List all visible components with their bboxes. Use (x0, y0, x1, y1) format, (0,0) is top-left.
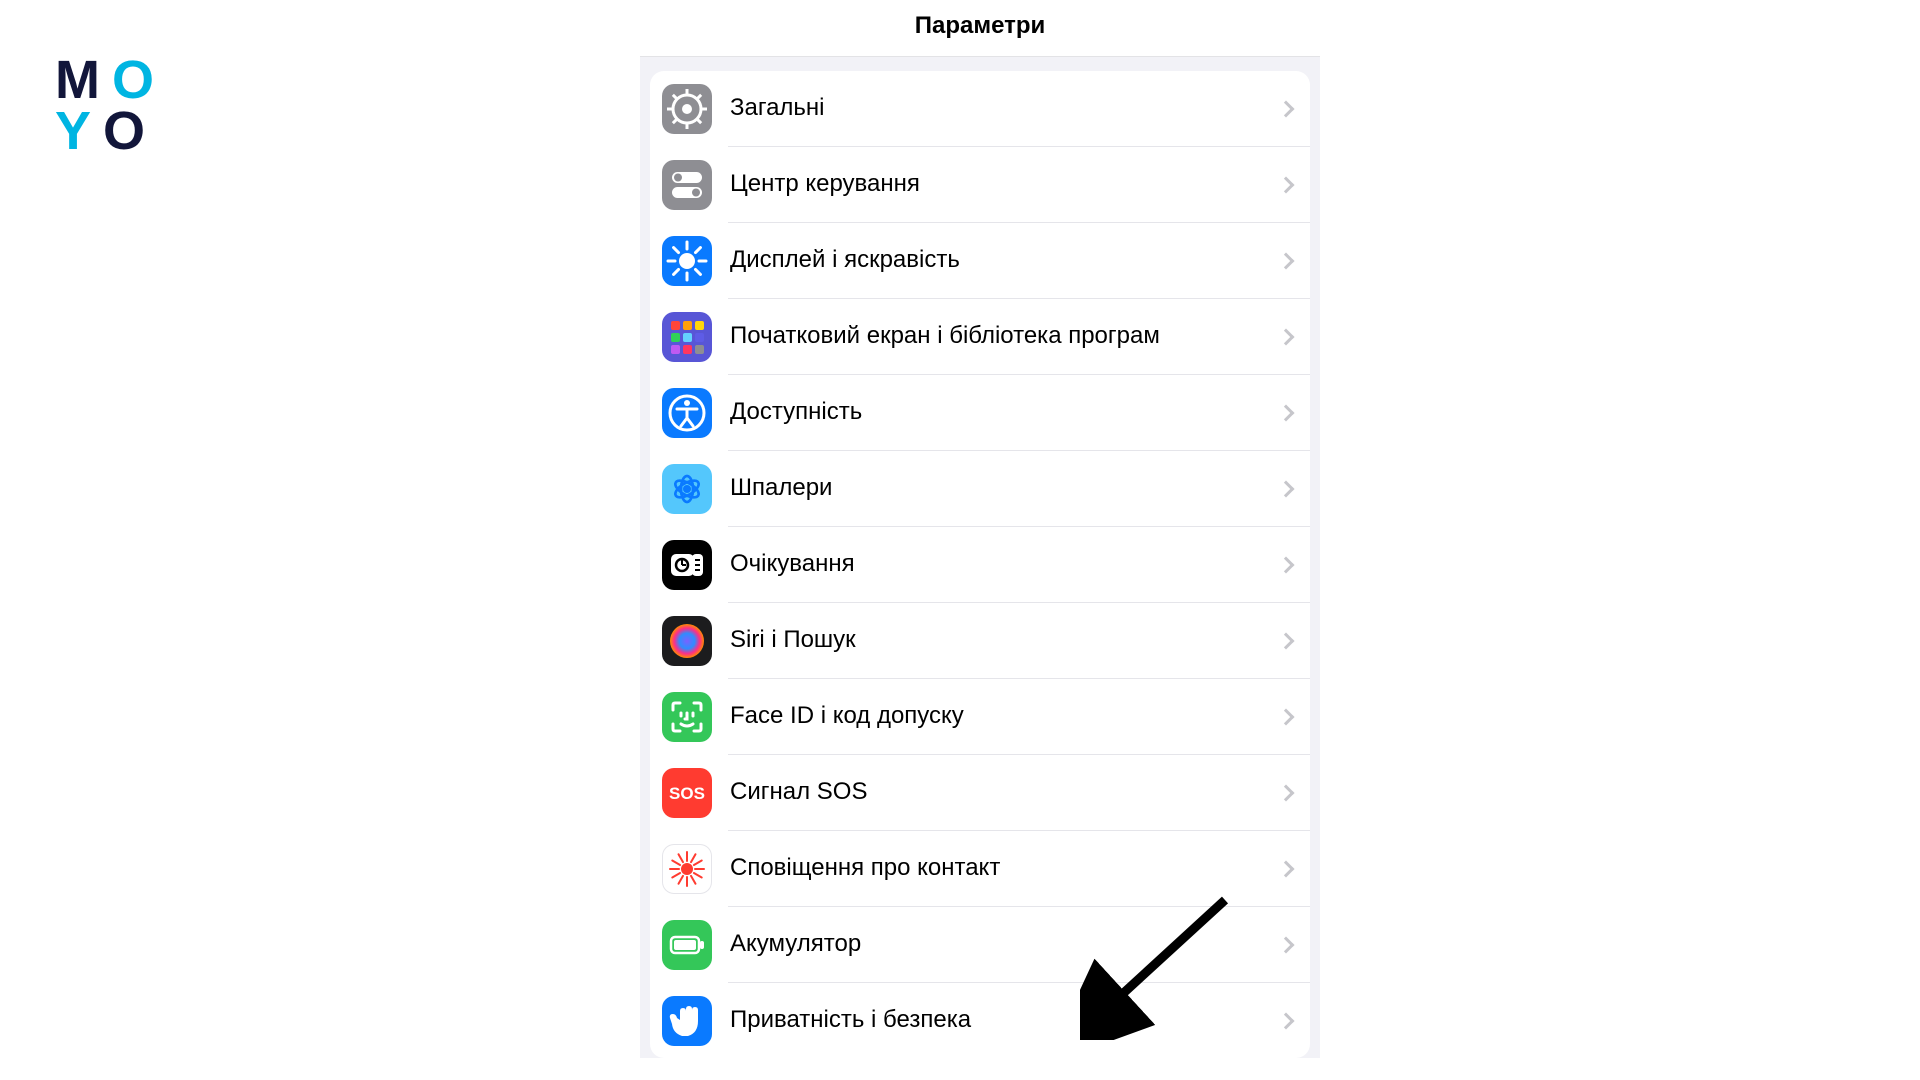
battery-icon (662, 920, 712, 970)
settings-group: Загальні Центр керування Дисплей і яскраві… (650, 71, 1310, 1058)
settings-row-label: Сигнал SOS (730, 778, 1280, 807)
settings-row-label: Початковий екран і бібліотека програм (730, 322, 1280, 351)
settings-row-sos[interactable]: SOS Сигнал SOS (650, 755, 1310, 830)
settings-row-exposure[interactable]: Сповіщення про контакт (650, 831, 1310, 906)
logo-letter: O (103, 106, 151, 157)
chevron-right-icon (1278, 632, 1295, 649)
settings-row-display[interactable]: Дисплей і яскравість (650, 223, 1310, 298)
settings-row-standby[interactable]: Очікування (650, 527, 1310, 602)
settings-row-label: Очікування (730, 550, 1280, 579)
chevron-right-icon (1278, 708, 1295, 725)
settings-row-faceid[interactable]: Face ID і код допуску (650, 679, 1310, 754)
settings-row-label: Акумулятор (730, 930, 1280, 959)
display-icon (662, 236, 712, 286)
settings-row-accessibility[interactable]: Доступність (650, 375, 1310, 450)
settings-row-label: Сповіщення про контакт (730, 854, 1280, 883)
chevron-right-icon (1278, 100, 1295, 117)
chevron-right-icon (1278, 936, 1295, 953)
chevron-right-icon (1278, 404, 1295, 421)
logo-letter: Y (55, 106, 97, 157)
settings-row-label: Шпалери (730, 474, 1280, 503)
settings-row-control[interactable]: Центр керування (650, 147, 1310, 222)
chevron-right-icon (1278, 480, 1295, 497)
settings-row-label: Центр керування (730, 170, 1280, 199)
exposure-icon (662, 844, 712, 894)
settings-row-label: Siri і Пошук (730, 626, 1280, 655)
svg-text:SOS: SOS (669, 784, 705, 803)
settings-row-siri[interactable]: Siri і Пошук (650, 603, 1310, 678)
moyo-logo: M O Y O (55, 55, 160, 158)
chevron-right-icon (1278, 784, 1295, 801)
settings-row-wallpaper[interactable]: Шпалери (650, 451, 1310, 526)
logo-letter: O (112, 55, 160, 106)
settings-row-label: Дисплей і яскравість (730, 246, 1280, 275)
standby-icon (662, 540, 712, 590)
chevron-right-icon (1278, 328, 1295, 345)
control-icon (662, 160, 712, 210)
settings-row-label: Face ID і код допуску (730, 702, 1280, 731)
chevron-right-icon (1278, 176, 1295, 193)
settings-panel: Параметри Загальні Центр керування Дисплей… (640, 0, 1320, 1058)
settings-row-label: Загальні (730, 94, 1280, 123)
homescreen-icon (662, 312, 712, 362)
settings-row-privacy[interactable]: Приватність і безпека (650, 983, 1310, 1058)
logo-letter: M (55, 55, 106, 106)
chevron-right-icon (1278, 1012, 1295, 1029)
wallpaper-icon (662, 464, 712, 514)
settings-row-homescreen[interactable]: Початковий екран і бібліотека програм (650, 299, 1310, 374)
accessibility-icon (662, 388, 712, 438)
siri-icon (662, 616, 712, 666)
privacy-icon (662, 996, 712, 1046)
general-icon (662, 84, 712, 134)
settings-row-label: Доступність (730, 398, 1280, 427)
settings-row-label: Приватність і безпека (730, 1006, 1280, 1035)
chevron-right-icon (1278, 860, 1295, 877)
chevron-right-icon (1278, 556, 1295, 573)
page-title: Параметри (640, 0, 1320, 56)
sos-icon: SOS (662, 768, 712, 818)
chevron-right-icon (1278, 252, 1295, 269)
faceid-icon (662, 692, 712, 742)
settings-row-battery[interactable]: Акумулятор (650, 907, 1310, 982)
settings-row-general[interactable]: Загальні (650, 71, 1310, 146)
